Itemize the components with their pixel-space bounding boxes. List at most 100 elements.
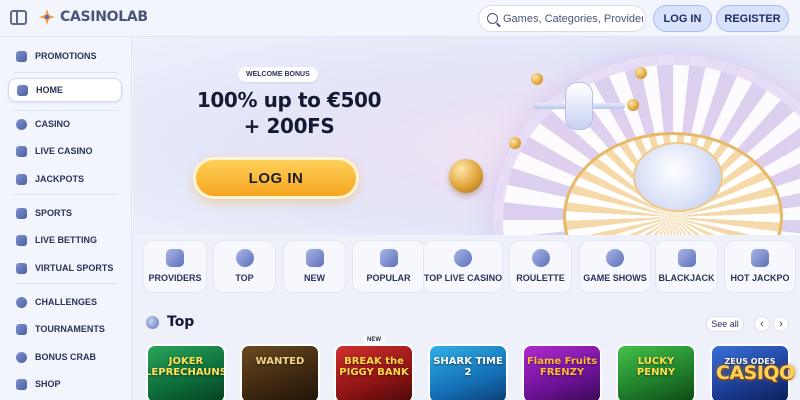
- see-all-button[interactable]: See all: [706, 316, 744, 332]
- category-label: HOT JACKPO: [730, 273, 790, 283]
- sidebar-item-home[interactable]: HOME: [8, 78, 122, 102]
- hot-jackpot-icon: [751, 249, 769, 267]
- category-game-shows[interactable]: GAME SHOWS: [579, 240, 651, 293]
- sidebar-item-promotions[interactable]: PROMOTIONS: [8, 44, 122, 68]
- game-tile[interactable]: LUCKY PENNY: [616, 344, 696, 400]
- bonus-crab-icon: [16, 351, 27, 363]
- game-title: BREAK the PIGGY BANK: [339, 356, 409, 378]
- sidebar-toggle-icon[interactable]: [10, 10, 27, 25]
- sidebar-item-label: SPORTS: [35, 208, 73, 218]
- casino-icon: [16, 118, 27, 130]
- next-arrow-button[interactable]: ›: [773, 316, 789, 332]
- sidebar-item-label: CHALLENGES: [35, 297, 98, 307]
- category-label: BLACKJACK: [658, 273, 715, 283]
- sidebar-divider: [14, 194, 118, 195]
- sidebar-item-label: LIVE CASINO: [35, 146, 93, 156]
- sidebar-item-sports[interactable]: SPORTS: [8, 201, 122, 225]
- sidebar-item-casino[interactable]: CASINO: [8, 112, 122, 136]
- game-title: WANTED: [255, 356, 305, 367]
- roulette-hub: [633, 142, 723, 212]
- search-icon: [487, 13, 498, 24]
- jackpot-icon: [16, 173, 27, 185]
- category-hot-jackpots[interactable]: HOT JACKPO: [724, 240, 796, 293]
- hero-title-line: + 200FS: [243, 114, 335, 138]
- welcome-bonus-badge: WELCOME BONUS: [238, 67, 318, 82]
- category-new[interactable]: NEW: [283, 240, 346, 293]
- category-label: POPULAR: [366, 273, 411, 283]
- badge-icon: [235, 249, 254, 267]
- live-betting-icon: [16, 234, 27, 246]
- section-title: Top: [167, 314, 195, 330]
- logo[interactable]: CASINOLAB: [38, 8, 148, 26]
- hero-title: 100% up to €500 + 200FS: [179, 87, 399, 139]
- promo-icon: [16, 50, 27, 62]
- logo-star-icon: [38, 8, 56, 26]
- sidebar-item-challenges[interactable]: CHALLENGES: [8, 290, 122, 314]
- category-bar: PROVIDERS TOP NEW POPULAR TOP LIVE CASIN…: [143, 240, 800, 294]
- category-label: NEW: [304, 273, 325, 283]
- category-label: TOP: [235, 273, 254, 283]
- trophy-icon: [16, 323, 27, 335]
- prev-arrow-button[interactable]: ‹: [754, 316, 770, 332]
- category-blackjack[interactable]: BLACKJACK: [655, 240, 718, 293]
- top-header: CASINOLAB LOG IN REGISTER: [0, 0, 800, 37]
- sidebar-item-label: HOME: [36, 85, 63, 95]
- hero-title-line: 100% up to €500: [196, 88, 382, 112]
- shop-icon: [16, 378, 27, 390]
- challenges-icon: [16, 296, 27, 308]
- game-tile[interactable]: BREAK the PIGGY BANK: [334, 344, 414, 400]
- category-top-live-casino[interactable]: TOP LIVE CASINO: [423, 240, 503, 293]
- category-top[interactable]: TOP: [213, 240, 276, 293]
- sidebar-item-bonus-crab[interactable]: BONUS CRAB: [8, 345, 122, 369]
- sidebar-divider: [14, 283, 118, 284]
- sidebar-item-virtual-sports[interactable]: VIRTUAL SPORTS: [8, 256, 122, 280]
- search-input[interactable]: [503, 12, 643, 25]
- roulette-knob: [531, 73, 543, 85]
- roulette-knob: [627, 99, 639, 111]
- game-title: Flame Fruits FRENZY: [526, 356, 598, 378]
- login-button[interactable]: LOG IN: [653, 5, 712, 32]
- sidebar-item-label: VIRTUAL SPORTS: [35, 263, 114, 273]
- filter-icon: [166, 249, 184, 267]
- category-label: ROULETTE: [516, 273, 565, 283]
- sidebar-item-live-casino[interactable]: LIVE CASINO: [8, 139, 122, 163]
- new-icon: [305, 249, 324, 267]
- star-icon: [379, 249, 398, 267]
- sidebar: PROMOTIONS HOME CASINO LIVE CASINO JACKP…: [0, 37, 132, 400]
- sports-icon: [16, 207, 27, 219]
- category-label: PROVIDERS: [148, 273, 202, 283]
- roulette-spindle: [565, 82, 593, 130]
- register-button[interactable]: REGISTER: [716, 5, 789, 32]
- sidebar-item-label: LIVE BETTING: [35, 235, 98, 245]
- sidebar-item-label: TOURNAMENTS: [35, 324, 105, 334]
- hero-login-button[interactable]: LOG IN: [193, 157, 359, 199]
- game-title: SHARK TIME 2: [433, 356, 503, 378]
- game-shows-icon: [606, 249, 624, 267]
- roulette-ball: [449, 159, 483, 193]
- roulette-knob: [509, 137, 521, 149]
- hero-banner[interactable]: WELCOME BONUS 100% up to €500 + 200FS LO…: [133, 37, 800, 235]
- search-box[interactable]: [478, 5, 646, 32]
- sidebar-item-shop[interactable]: SHOP: [8, 372, 122, 396]
- sidebar-item-live-betting[interactable]: LIVE BETTING: [8, 228, 122, 252]
- sidebar-item-label: BONUS CRAB: [35, 352, 97, 362]
- category-roulette[interactable]: ROULETTE: [509, 240, 572, 293]
- roulette-knob: [635, 67, 647, 79]
- live-casino-icon: [16, 145, 27, 157]
- virtual-sports-icon: [16, 262, 27, 274]
- category-providers[interactable]: PROVIDERS: [143, 240, 207, 293]
- sidebar-item-label: PROMOTIONS: [35, 51, 97, 61]
- sidebar-divider: [14, 72, 118, 73]
- home-icon: [17, 84, 28, 96]
- game-tile[interactable]: Flame Fruits FRENZY: [522, 344, 602, 400]
- sidebar-item-jackpots[interactable]: JACKPOTS: [8, 167, 122, 191]
- category-popular[interactable]: POPULAR: [352, 240, 425, 293]
- sidebar-item-label: CASINO: [35, 119, 71, 129]
- sidebar-item-tournaments[interactable]: TOURNAMENTS: [8, 317, 122, 341]
- game-tile[interactable]: SHARK TIME 2: [428, 344, 508, 400]
- new-badge: NEW: [363, 336, 385, 344]
- game-tile[interactable]: WANTED: [240, 344, 320, 400]
- category-label: GAME SHOWS: [583, 273, 647, 283]
- casiqo-watermark-logo: CASIQO: [716, 362, 795, 384]
- game-tile[interactable]: JOKER LEPRECHAUNS: [146, 344, 226, 400]
